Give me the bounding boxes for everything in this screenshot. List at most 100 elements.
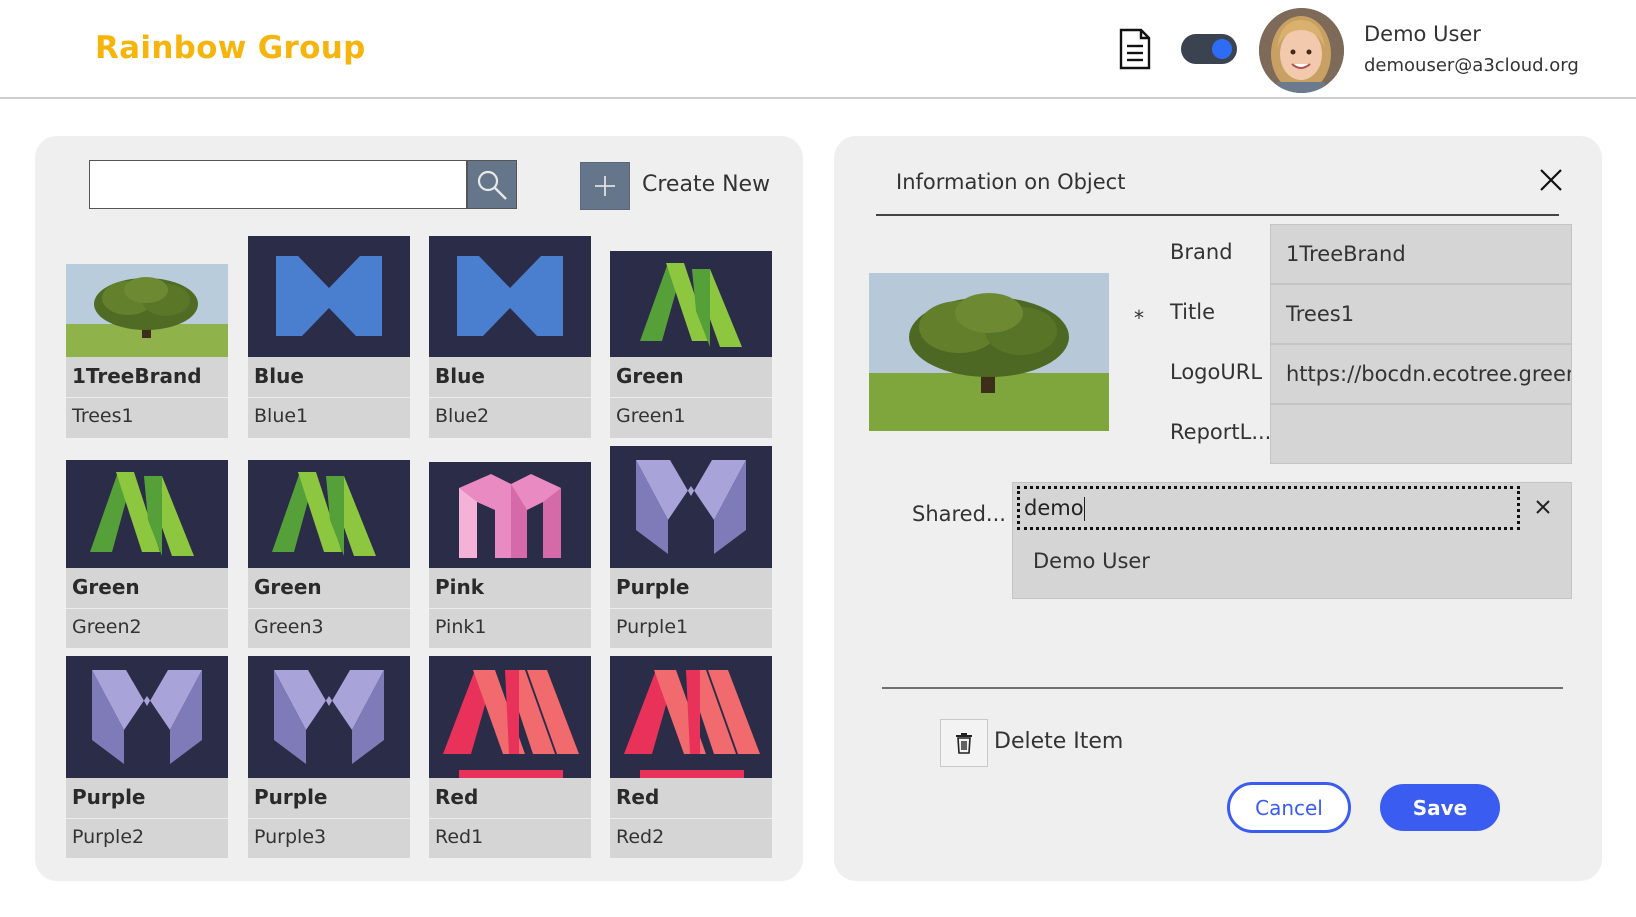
blue-logo-image — [248, 236, 410, 357]
avatar-image — [1259, 8, 1344, 93]
green-logo-image — [66, 460, 228, 568]
create-new-button[interactable] — [580, 162, 630, 210]
item-brand: Red — [435, 785, 479, 809]
create-new-label[interactable]: Create New — [642, 172, 770, 197]
title-label: Title — [1170, 300, 1216, 324]
item-brand: Red — [616, 785, 660, 809]
search-icon — [477, 170, 507, 200]
red-logo-image — [429, 656, 591, 778]
shared-combobox[interactable]: demo Demo User — [1012, 482, 1572, 599]
gallery-item[interactable]: Blue Blue2 — [429, 236, 591, 438]
delete-label[interactable]: Delete Item — [994, 729, 1123, 754]
gallery-item[interactable]: Purple Purple1 — [610, 446, 772, 648]
item-title: Green1 — [616, 405, 686, 427]
pink-logo-image — [429, 462, 591, 568]
report-field[interactable] — [1270, 404, 1572, 464]
details-title: Information on Object — [896, 170, 1126, 194]
object-image — [869, 273, 1109, 431]
trash-icon — [956, 733, 972, 754]
clear-icon[interactable] — [1533, 497, 1553, 517]
item-separator — [248, 397, 410, 398]
purple-logo-image — [248, 656, 410, 778]
item-brand: Green — [254, 575, 322, 599]
plus-icon — [595, 176, 615, 196]
gallery-item[interactable]: Pink Pink1 — [429, 462, 591, 648]
green-logo-image — [610, 251, 772, 357]
gallery-item[interactable]: Green Green3 — [248, 460, 410, 648]
cancel-button[interactable]: Cancel — [1227, 782, 1351, 833]
report-label: ReportL... — [1170, 420, 1272, 444]
gallery-item[interactable]: Purple Purple2 — [66, 656, 228, 858]
item-title: Red1 — [435, 826, 484, 848]
search-input[interactable] — [89, 160, 467, 209]
user-email: demouser@a3cloud.org — [1364, 55, 1579, 76]
gallery-item[interactable]: 1TreeBrand Trees1 — [66, 264, 228, 438]
item-title: Green2 — [72, 616, 142, 638]
item-brand: Purple — [254, 785, 328, 809]
item-title: Blue2 — [435, 405, 490, 427]
app-header: Rainbow Group Demo User demouser@a3cloud… — [0, 0, 1636, 99]
user-name: Demo User — [1364, 22, 1481, 46]
item-separator — [248, 608, 410, 609]
title-divider — [876, 214, 1559, 216]
item-separator — [429, 397, 591, 398]
app-title: Rainbow Group — [95, 30, 366, 66]
purple-logo-image — [610, 446, 772, 568]
item-separator — [429, 818, 591, 819]
item-separator — [610, 397, 772, 398]
details-panel: Information on Object Brand 1TreeBrand *… — [834, 136, 1602, 881]
gallery-item[interactable]: Green Green2 — [66, 460, 228, 648]
brand-field[interactable]: 1TreeBrand — [1270, 224, 1572, 284]
delete-button[interactable] — [940, 719, 988, 767]
brand-label: Brand — [1170, 240, 1233, 264]
item-title: Trees1 — [72, 405, 134, 427]
close-icon[interactable] — [1537, 166, 1565, 194]
shared-label: Shared... — [912, 502, 1006, 526]
item-separator — [66, 397, 228, 398]
item-title: Green3 — [254, 616, 324, 638]
item-separator — [66, 818, 228, 819]
logo-url-label: LogoURL — [1170, 360, 1263, 384]
required-marker: * — [1134, 306, 1144, 330]
shared-search-input[interactable]: demo — [1017, 486, 1520, 530]
gallery-item[interactable]: Red Red2 — [610, 656, 772, 858]
item-brand: Blue — [435, 364, 485, 388]
item-separator — [66, 608, 228, 609]
gallery-item[interactable]: Green Green1 — [610, 251, 772, 438]
gallery-item[interactable]: Blue Blue1 — [248, 236, 410, 438]
tree-image — [66, 264, 228, 357]
item-title: Blue1 — [254, 405, 309, 427]
gallery-item[interactable]: Purple Purple3 — [248, 656, 410, 858]
item-title: Purple1 — [616, 616, 689, 638]
search-button[interactable] — [467, 160, 517, 209]
item-separator — [610, 818, 772, 819]
item-title: Purple2 — [72, 826, 145, 848]
document-icon[interactable] — [1118, 28, 1152, 70]
toggle-knob — [1212, 39, 1232, 59]
text-caret — [1083, 497, 1085, 521]
actions-divider — [882, 687, 1563, 689]
item-brand: 1TreeBrand — [72, 364, 202, 388]
item-title: Pink1 — [435, 616, 487, 638]
item-title: Red2 — [616, 826, 665, 848]
save-button[interactable]: Save — [1380, 784, 1500, 831]
title-field[interactable]: Trees1 — [1270, 284, 1572, 344]
item-brand: Green — [72, 575, 140, 599]
avatar[interactable] — [1259, 8, 1344, 93]
item-separator — [429, 608, 591, 609]
item-brand: Blue — [254, 364, 304, 388]
shared-option-item[interactable]: Demo User — [1033, 549, 1150, 573]
purple-logo-image — [66, 656, 228, 778]
gallery-item[interactable]: Red Red1 — [429, 656, 591, 858]
shared-input-text: demo — [1024, 496, 1084, 520]
green-logo-image — [248, 460, 410, 568]
red-logo-image — [610, 656, 772, 778]
theme-toggle[interactable] — [1181, 34, 1237, 64]
logo-url-field[interactable]: https://bocdn.ecotree.green/ — [1270, 344, 1572, 404]
item-brand: Green — [616, 364, 684, 388]
item-title: Purple3 — [254, 826, 327, 848]
item-separator — [610, 608, 772, 609]
gallery-panel: Create New 1TreeBrand Trees1 Blue Blue1 … — [35, 136, 803, 881]
blue-logo-image — [429, 236, 591, 357]
item-brand: Pink — [435, 575, 485, 599]
